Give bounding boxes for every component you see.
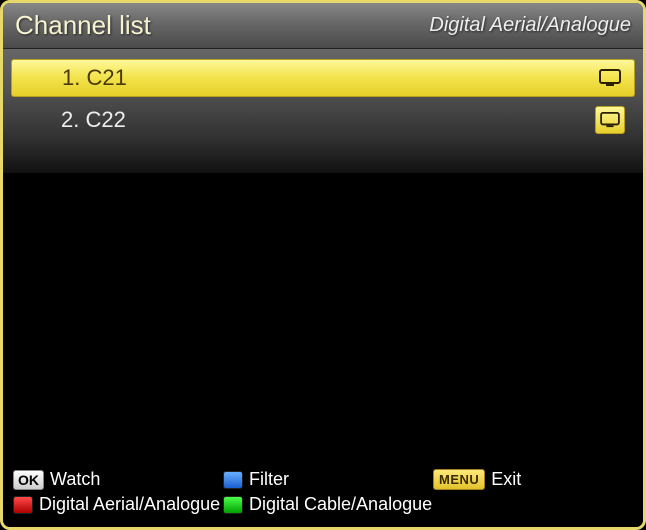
channel-list-window: Channel list Digital Aerial/Analogue 1. … bbox=[0, 0, 646, 530]
tv-icon bbox=[596, 66, 624, 90]
source-label: Digital Aerial/Analogue bbox=[429, 14, 631, 37]
footer-row-2: Digital Aerial/Analogue Digital Cable/An… bbox=[13, 494, 633, 515]
hint-menu-exit: MENU Exit bbox=[433, 469, 521, 490]
tv-icon bbox=[595, 106, 625, 134]
hint-green-cable: Digital Cable/Analogue bbox=[223, 494, 433, 515]
hint-blue-filter: Filter bbox=[223, 469, 433, 490]
header-bar: Channel list Digital Aerial/Analogue bbox=[3, 3, 643, 49]
channel-list: 1. C21 2. C22 bbox=[3, 49, 643, 173]
footer-hints: OK Watch Filter MENU Exit Digital Aerial… bbox=[3, 463, 643, 527]
hint-label: Watch bbox=[50, 469, 100, 490]
channel-row[interactable]: 1. C21 bbox=[11, 59, 635, 97]
channel-row[interactable]: 2. C22 bbox=[11, 101, 635, 139]
hint-label: Digital Cable/Analogue bbox=[249, 494, 432, 515]
channel-label: 1. C21 bbox=[62, 65, 596, 91]
page-title: Channel list bbox=[15, 10, 151, 41]
blue-key-icon bbox=[223, 471, 243, 489]
hint-label: Exit bbox=[491, 469, 521, 490]
empty-area bbox=[3, 173, 643, 463]
hint-label: Digital Aerial/Analogue bbox=[39, 494, 220, 515]
hint-ok-watch: OK Watch bbox=[13, 469, 223, 490]
footer-row-1: OK Watch Filter MENU Exit bbox=[13, 469, 633, 490]
hint-red-aerial: Digital Aerial/Analogue bbox=[13, 494, 223, 515]
hint-label: Filter bbox=[249, 469, 289, 490]
ok-key-icon: OK bbox=[13, 470, 44, 490]
menu-key-icon: MENU bbox=[433, 469, 485, 490]
green-key-icon bbox=[223, 496, 243, 514]
red-key-icon bbox=[13, 496, 33, 514]
channel-label: 2. C22 bbox=[61, 107, 595, 133]
